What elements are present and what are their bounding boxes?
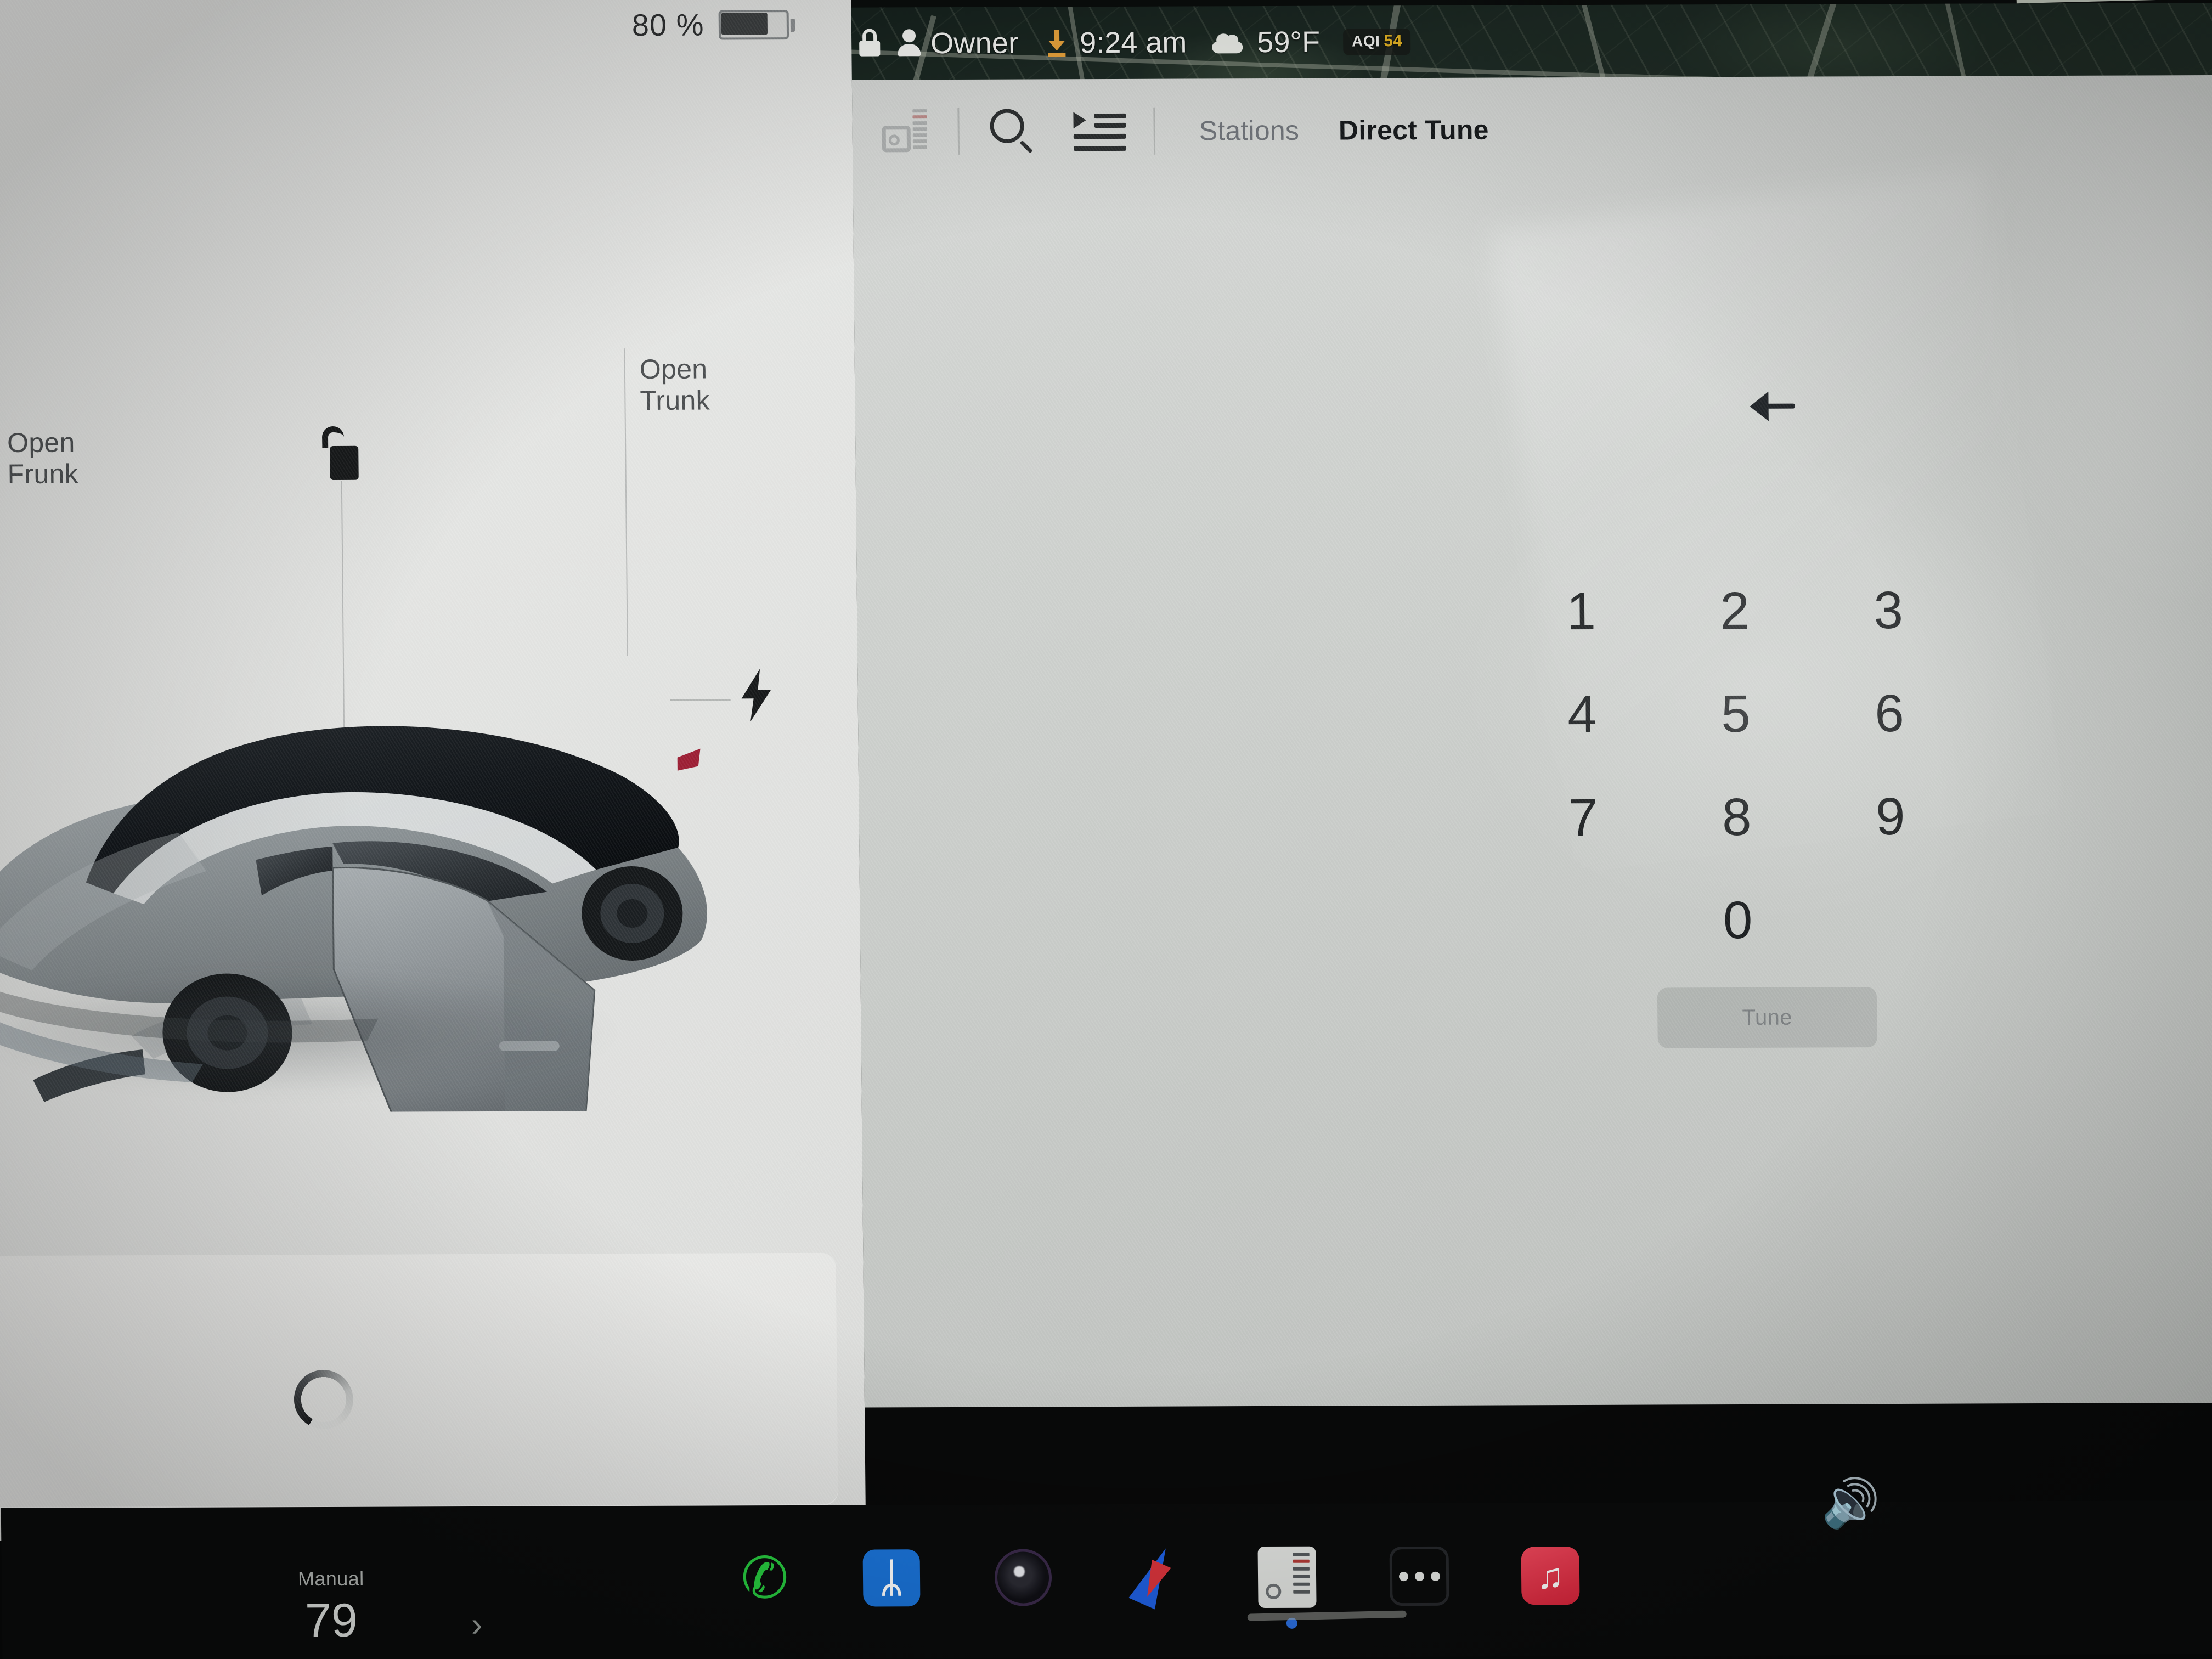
open-trunk-line2: Trunk [640,385,710,416]
open-trunk-line1: Open [639,353,708,385]
status-bar: Owner 9:24 am 59°F AQI 54 [843,2,2204,81]
keypad-key-7[interactable]: 7 [1506,766,1661,870]
lock-icon[interactable] [858,29,885,58]
chevron-right-icon[interactable]: › [471,1606,482,1644]
keypad-key-4[interactable]: 4 [1505,663,1660,767]
battery-icon [718,9,795,40]
tesla-touchscreen-photo: Owner 9:24 am 59°F AQI 54 80 % Open Frun… [0,0,2212,1659]
camera-icon[interactable] [994,1544,1062,1611]
cloud-icon [1210,31,1245,54]
unlock-padlock-icon[interactable] [318,426,369,481]
bluetooth-glyph: ᛦ [862,1549,921,1607]
download-arrow-icon [1046,29,1068,57]
dock-icon-row: ✆ ᛦ ♫ [731,1542,1588,1629]
tab-stations[interactable]: Stations [1199,115,1299,147]
profile-name: Owner [930,26,1019,60]
phone-glyph: ✆ [740,1547,789,1611]
keypad-key-8[interactable]: 8 [1660,766,1814,870]
clock: 9:24 am [1079,26,1187,60]
vehicle-shadow [0,968,620,1097]
header-divider-1 [957,108,960,155]
screen-plane: Owner 9:24 am 59°F AQI 54 80 % Open Frun… [0,0,2212,1659]
vehicle-illustration[interactable] [0,584,752,1162]
search-icon[interactable] [989,108,1036,155]
playlist-queue-icon[interactable] [1073,108,1128,155]
music-icon[interactable]: ♫ [1521,1542,1588,1609]
keypad-key-0[interactable]: 0 [1661,869,1815,973]
radio-header: Stations Direct Tune [873,81,2191,178]
keypad-key-1[interactable]: 1 [1504,560,1658,664]
climate-control-left[interactable]: Manual 79 [298,1567,365,1648]
open-frunk-label[interactable]: Open Frunk [7,427,78,490]
keypad-key-2[interactable]: 2 [1657,560,1812,663]
tab-direct-tune[interactable]: Direct Tune [1339,114,1489,146]
open-frunk-line1: Open [7,427,75,459]
volume-speaker-icon[interactable]: 🔊 [1821,1477,1880,1530]
loading-spinner [294,1369,354,1430]
vehicle-controls-panel: 80 % Open Frunk Open Trunk [0,0,866,1542]
header-divider-2 [1153,107,1156,155]
radio-app-panel: Stations Direct Tune 1 2 3 4 5 6 7 8 9 0… [851,75,2212,1408]
tune-button-label: Tune [1742,1005,1793,1030]
back-arrow-icon[interactable] [1741,384,1801,428]
temperature-readout: 59°F [1257,25,1321,59]
vehicle-status-card [0,1252,838,1509]
keypad-key-3[interactable]: 3 [1811,559,1966,663]
phone-icon[interactable]: ✆ [731,1545,798,1612]
music-glyph: ♫ [1521,1546,1580,1605]
climate-temperature: 79 [304,1594,358,1647]
open-frunk-line2: Frunk [7,458,79,490]
aqi-label: AQI [1351,32,1380,50]
bluetooth-icon[interactable]: ᛦ [862,1544,930,1611]
radio-tabs: Stations Direct Tune [1199,114,1488,147]
aqi-value: 54 [1384,32,1402,50]
battery-percent: 80 % [631,7,704,43]
keypad-key-9[interactable]: 9 [1813,765,1968,869]
navigation-icon[interactable] [1126,1542,1193,1610]
more-icon[interactable] [1389,1543,1457,1610]
radio-tuner-icon[interactable] [882,109,928,154]
radio-icon[interactable] [1257,1543,1325,1629]
keypad-zero-row: 0 [1507,868,1969,973]
keypad-key-6[interactable]: 6 [1812,662,1967,766]
open-trunk-label[interactable]: Open Trunk [640,354,710,416]
tune-button[interactable]: Tune [1657,987,1877,1048]
aqi-badge[interactable]: AQI 54 [1342,29,1411,55]
climate-mode-label: Manual [297,1567,364,1590]
direct-tune-keypad: 1 2 3 4 5 6 7 8 9 [1504,559,1967,870]
profile-button[interactable]: Owner [896,26,1019,61]
avatar [896,29,922,58]
battery-status[interactable]: 80 % [631,7,795,43]
keypad-key-5[interactable]: 5 [1658,663,1813,766]
